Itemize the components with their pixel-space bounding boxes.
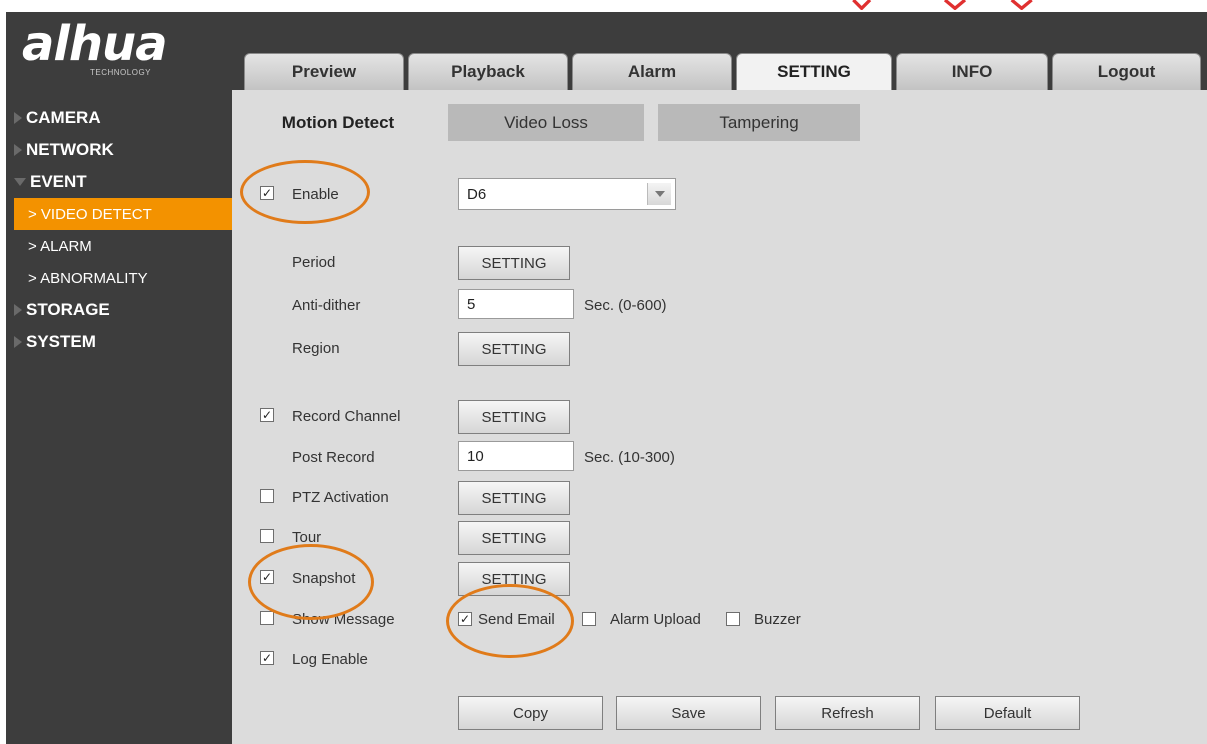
log-enable-label: Log Enable [292, 651, 368, 668]
region-setting-button[interactable]: SETTING [458, 332, 570, 366]
snapshot-checkbox[interactable]: ✓ [260, 570, 274, 584]
sidebar-item-label: EVENT [30, 172, 87, 191]
default-button[interactable]: Default [935, 696, 1080, 730]
refresh-button[interactable]: Refresh [775, 696, 920, 730]
sidebar-item-event[interactable]: EVENT [6, 166, 232, 198]
enable-checkbox[interactable]: ✓ [260, 186, 274, 200]
record-channel-checkbox[interactable]: ✓ [260, 408, 274, 422]
sidebar-item-camera[interactable]: CAMERA [6, 102, 232, 134]
sidebar-item-system[interactable]: SYSTEM [6, 326, 232, 358]
record-channel-label: Record Channel [292, 408, 401, 425]
post-record-label: Post Record [292, 449, 375, 466]
chevron-down-icon[interactable] [647, 183, 671, 205]
sidebar-item-label: SYSTEM [26, 332, 96, 351]
ptz-activation-label: PTZ Activation [292, 489, 389, 506]
ptz-activation-checkbox[interactable] [260, 489, 274, 503]
sidebar-item-alarm[interactable]: > ALARM [6, 230, 232, 262]
channel-select[interactable]: D6 [458, 178, 676, 210]
sidebar-item-network[interactable]: NETWORK [6, 134, 232, 166]
tab-playback[interactable]: Playback [408, 53, 568, 90]
sidebar-item-video-detect[interactable]: > VIDEO DETECT [14, 198, 232, 230]
tour-checkbox[interactable] [260, 529, 274, 543]
snapshot-setting-button[interactable]: SETTING [458, 562, 570, 596]
tab-logout[interactable]: Logout [1052, 53, 1201, 90]
expanded-arrow-icon [14, 178, 26, 186]
red-annotation-marks [852, 0, 1033, 10]
logo-brand: alhua [22, 16, 168, 72]
channel-select-value: D6 [467, 185, 487, 203]
tour-setting-button[interactable]: SETTING [458, 521, 570, 555]
sidebar-item-storage[interactable]: STORAGE [6, 294, 232, 326]
buzzer-checkbox[interactable] [726, 612, 740, 626]
collapsed-arrow-icon [14, 144, 22, 156]
anti-dither-input[interactable]: 5 [458, 289, 574, 319]
tab-preview[interactable]: Preview [244, 53, 404, 90]
send-email-label: Send Email [478, 611, 555, 628]
sidebar-item-label: CAMERA [26, 108, 101, 127]
enable-label: Enable [292, 186, 339, 203]
collapsed-arrow-icon [14, 112, 22, 124]
sidebar-item-abnormality[interactable]: > ABNORMALITY [6, 262, 232, 294]
post-record-input[interactable]: 10 [458, 441, 574, 471]
log-enable-checkbox[interactable]: ✓ [260, 651, 274, 665]
send-email-checkbox[interactable]: ✓ [458, 612, 472, 626]
sidebar-item-label: NETWORK [26, 140, 114, 159]
tab-motion-detect[interactable]: Motion Detect [240, 104, 436, 141]
alarm-upload-checkbox[interactable] [582, 612, 596, 626]
settings-panel: Motion Detect Video Loss Tampering ✓ Ena… [232, 94, 1207, 744]
collapsed-arrow-icon [14, 304, 22, 316]
record-channel-setting-button[interactable]: SETTING [458, 400, 570, 434]
sidebar: CAMERA NETWORK EVENT > VIDEO DETECT > AL… [6, 102, 232, 358]
tab-info[interactable]: INFO [896, 53, 1048, 90]
post-record-unit: Sec. (10-300) [584, 449, 675, 466]
period-setting-button[interactable]: SETTING [458, 246, 570, 280]
collapsed-arrow-icon [14, 336, 22, 348]
snapshot-label: Snapshot [292, 570, 356, 587]
show-message-checkbox[interactable] [260, 611, 274, 625]
app-frame: alhua TECHNOLOGY Preview Playback Alarm … [6, 12, 1207, 744]
buzzer-label: Buzzer [754, 611, 801, 628]
anti-dither-label: Anti-dither [292, 297, 361, 314]
sidebar-item-label: STORAGE [26, 300, 110, 319]
ptz-activation-setting-button[interactable]: SETTING [458, 481, 570, 515]
tour-label: Tour [292, 529, 322, 546]
tab-alarm[interactable]: Alarm [572, 53, 732, 90]
show-message-label: Show Message [292, 611, 395, 628]
logo-subtitle: TECHNOLOGY [90, 68, 152, 77]
anti-dither-unit: Sec. (0-600) [584, 297, 667, 314]
dahua-logo: alhua TECHNOLOGY [18, 16, 208, 86]
tab-setting[interactable]: SETTING [736, 53, 892, 90]
save-button[interactable]: Save [616, 696, 761, 730]
region-label: Region [292, 340, 340, 357]
alarm-upload-label: Alarm Upload [610, 611, 701, 628]
tab-tampering[interactable]: Tampering [658, 104, 860, 141]
copy-button[interactable]: Copy [458, 696, 603, 730]
period-label: Period [292, 254, 336, 271]
tab-video-loss[interactable]: Video Loss [448, 104, 644, 141]
